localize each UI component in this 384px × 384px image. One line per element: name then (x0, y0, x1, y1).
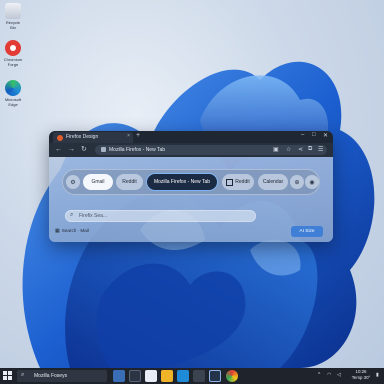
wifi-icon[interactable]: ◠ (327, 372, 331, 378)
new-tab-search-input[interactable]: ⌕ Firefix Sea... (65, 210, 256, 222)
desktop-icon-label: Bin (10, 25, 16, 30)
taskbar-app-terminal-icon[interactable] (209, 370, 221, 382)
search-icon: ⌕ (70, 212, 74, 218)
desktop-icon-label: Edge (8, 102, 18, 107)
url-text: Mozilla Firefox - New Tab (109, 147, 166, 153)
taskbar-app-taskview-icon[interactable] (129, 370, 141, 382)
back-button[interactable]: ← (55, 146, 62, 154)
url-bar[interactable]: Mozilla Firefox - New Tab ▣ ☆ ⋖ ⧉ ☰ (95, 145, 327, 155)
chevron-up-icon[interactable]: ^ (318, 372, 320, 378)
shortcut-label: Reddit (235, 179, 250, 185)
taskbar-app-edge-icon[interactable] (177, 370, 189, 382)
search-placeholder: Firefix Sea... (79, 213, 108, 219)
share-icon[interactable]: ⋖ (298, 146, 303, 153)
shortcut-pill-bar: ⚙ Gmail Reddit Mozilla Firefox - New Tab… (62, 169, 320, 195)
bookmark-star-icon[interactable]: ☆ (286, 146, 291, 153)
reddit-icon (226, 178, 234, 186)
shortcut-new-tab-active[interactable]: Mozilla Firefox - New Tab (146, 173, 218, 191)
firefox-icon (57, 135, 63, 141)
shortcut-gmail[interactable]: Gmail (83, 174, 113, 190)
desktop-icon-edge[interactable]: Microsoft Edge (2, 80, 24, 107)
minimize-button[interactable]: – (301, 132, 304, 138)
grid-icon: ▦ (55, 228, 60, 234)
search-icon: ⌕ (21, 372, 25, 378)
taskbar-clock[interactable]: 10:26 Temp 30° (349, 369, 373, 381)
chrome-icon (5, 40, 21, 56)
taskbar-app-chrome-icon[interactable] (226, 370, 238, 382)
footer-links[interactable]: ▦ Search · Mail (55, 228, 89, 234)
shortcut-calendar[interactable]: Calendar (258, 174, 288, 190)
tab-firefox-design[interactable]: Firefox Design × (53, 132, 133, 143)
page-icon (101, 147, 106, 152)
shortcut-reddit[interactable]: Reddit (116, 174, 143, 190)
recycle-bin-icon (5, 3, 21, 19)
taskbar-app-explorer-icon[interactable] (161, 370, 173, 382)
clock-date: Temp 30° (351, 375, 371, 380)
add-shortcut-icon[interactable]: ⊕ (290, 175, 304, 189)
desktop-icon-label: Forge (7, 62, 19, 67)
shield-icon[interactable]: ▣ (273, 146, 279, 153)
new-tab-button[interactable]: + (136, 132, 140, 139)
taskbar-app-widgets-icon[interactable] (113, 370, 125, 382)
close-window-button[interactable]: ✕ (323, 132, 328, 139)
browser-window: Firefox Design × + – □ ✕ ← → ↻ Mozilla F… (49, 131, 333, 242)
eye-icon[interactable]: ◉ (305, 175, 319, 189)
volume-icon[interactable]: ◁ (337, 372, 341, 378)
taskbar: ⌕ Mozilla Foseys ^ ◠ ◁ 10:26 Temp 30° ▮ (0, 368, 384, 384)
tab-close-icon[interactable]: × (127, 133, 130, 139)
menu-icon[interactable]: ☰ (318, 146, 323, 153)
start-button[interactable] (3, 371, 12, 380)
notification-icon[interactable]: ▮ (376, 372, 379, 378)
maximize-button[interactable]: □ (312, 132, 316, 138)
ai-size-button[interactable]: AI Size (291, 226, 323, 237)
forward-button[interactable]: → (68, 146, 75, 154)
reload-button[interactable]: ↻ (81, 146, 87, 154)
desktop-icon-chromium-forge[interactable]: Chromium Forge (2, 40, 24, 67)
new-tab-page: ⚙ Gmail Reddit Mozilla Firefox - New Tab… (49, 157, 333, 242)
taskbar-search-input[interactable]: ⌕ Mozilla Foseys (17, 370, 107, 382)
nav-bar: ← → ↻ Mozilla Firefox - New Tab ▣ ☆ ⋖ ⧉ … (49, 143, 333, 157)
footer-text: Search · Mail (61, 228, 89, 233)
edge-icon (5, 80, 21, 96)
tab-bar: Firefox Design × + – □ ✕ (49, 131, 333, 143)
extension-icon[interactable]: ⧉ (308, 146, 312, 153)
taskbar-app-settings-icon[interactable] (145, 370, 157, 382)
shortcut-reddit-2[interactable]: Reddit (222, 174, 254, 190)
taskbar-search-text: Mozilla Foseys (34, 373, 68, 379)
desktop-icon-recycle-bin[interactable]: Recycle Bin (2, 3, 24, 30)
taskbar-app-store-icon[interactable] (193, 370, 205, 382)
settings-icon[interactable]: ⚙ (66, 175, 80, 189)
tab-title: Firefox Design (66, 134, 99, 140)
